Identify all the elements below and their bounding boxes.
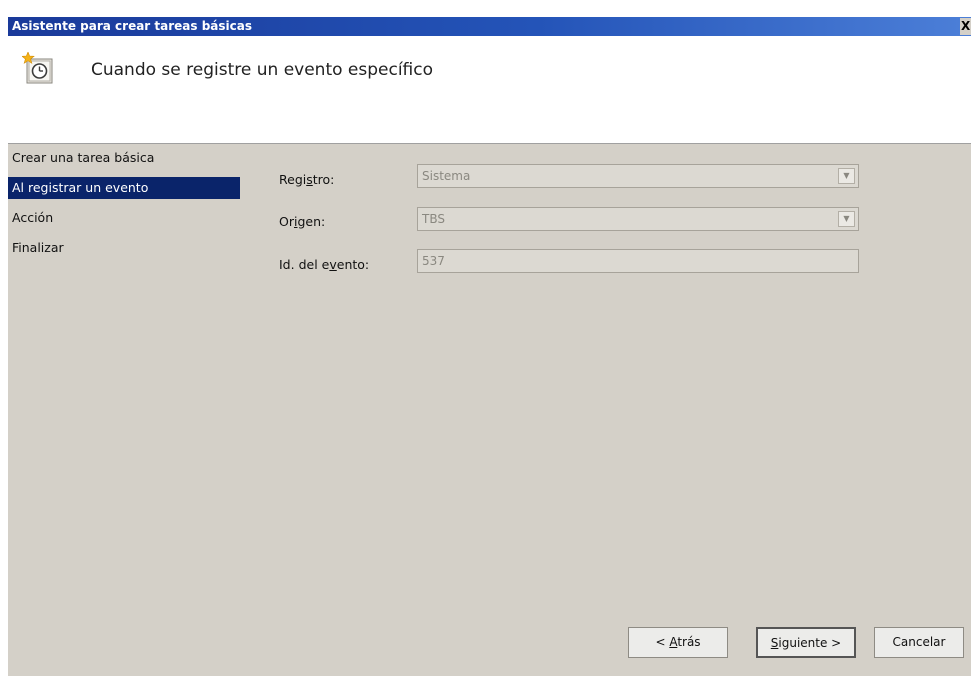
window-title: Asistente para crear tareas básicas [12, 19, 253, 33]
close-button[interactable]: X [960, 18, 971, 35]
chevron-down-icon[interactable]: ▼ [838, 168, 855, 184]
event-id-value: 537 [422, 254, 445, 268]
back-button[interactable]: < Atrás [628, 627, 728, 658]
source-select-value: TBS [422, 212, 445, 226]
page-title: Cuando se registre un evento específico [91, 60, 434, 80]
next-button[interactable]: Siguiente > [756, 627, 856, 658]
event-id-field[interactable]: 537 [417, 249, 859, 273]
scheduled-task-clock-icon [22, 52, 53, 84]
cancel-button[interactable]: Cancelar [874, 627, 964, 658]
log-select-value: Sistema [422, 169, 471, 183]
event-id-label: Id. del evento: [279, 257, 370, 272]
wizard-steps: Crear una tarea básica Al registrar un e… [8, 147, 248, 267]
step-on-event-logged[interactable]: Al registrar un evento [8, 177, 240, 199]
source-label: Origen: [279, 214, 326, 229]
title-bar[interactable]: Asistente para crear tareas básicas X [8, 17, 971, 36]
step-action[interactable]: Acción [8, 207, 240, 229]
log-select[interactable]: Sistema ▼ [417, 164, 859, 188]
wizard-header: Cuando se registre un evento específico [8, 36, 971, 144]
step-create-basic-task[interactable]: Crear una tarea básica [8, 147, 240, 169]
wizard-window: Asistente para crear tareas básicas X Cu… [8, 17, 971, 676]
log-label: Registro: [279, 172, 335, 187]
source-select[interactable]: TBS ▼ [417, 207, 859, 231]
step-finish[interactable]: Finalizar [8, 237, 240, 259]
chevron-down-icon[interactable]: ▼ [838, 211, 855, 227]
